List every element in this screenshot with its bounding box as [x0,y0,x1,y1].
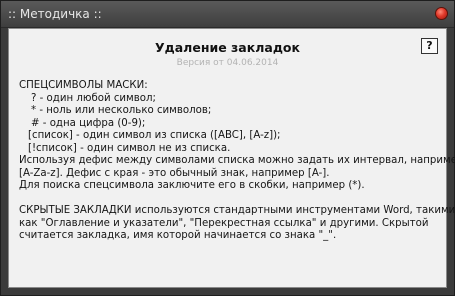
text-line: # - одна цифра (0-9); [31,117,146,129]
text-line: * - ноль или несколько символов; [31,105,212,116]
app-window: :: Методичка :: Удаление закладок Версия… [0,0,455,296]
text-line: СКРЫТЫЕ ЗАКЛАДКИ используются стандартны… [19,205,455,216]
version-label: Версия от 04.06.2014 [176,58,279,68]
text-line: Для поиска спецсимвола заключите его в с… [19,180,365,191]
title-bar[interactable]: :: Методичка :: [1,1,454,28]
window-title: :: Методичка :: [8,7,102,21]
content-panel: Удаление закладок Версия от 04.06.2014 ?… [8,28,455,288]
text-line: [A-Za-z]. Дефис с края - это обычный зна… [19,167,330,179]
text-line: Используя дефис между символами списка м… [19,155,455,166]
text-line: [!список] - один символ не из списка. [28,142,231,154]
text-line: ? - один любой символ; [31,92,156,104]
help-text: СПЕЦСИМВОЛЫ МАСКИ: ? - один любой символ… [19,80,455,243]
text-line: как "Оглавление и указатели", "Перекрест… [19,217,429,229]
text-line: [список] - один символ из списка ([ABC],… [28,130,281,141]
close-icon[interactable] [435,7,448,20]
text-line: считается закладка, имя которой начинает… [19,230,337,241]
page-title: Удаление закладок [155,40,300,55]
text-line: СПЕЦСИМВОЛЫ МАСКИ: [19,80,148,91]
help-button[interactable]: ? [421,38,438,54]
